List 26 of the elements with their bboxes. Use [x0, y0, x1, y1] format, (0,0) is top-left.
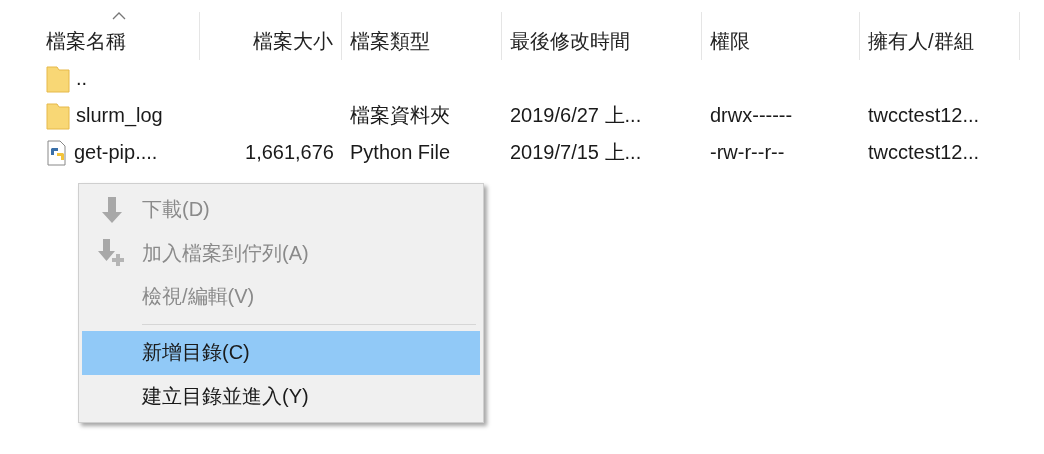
file-name: ..	[76, 67, 88, 90]
down-arrow-icon	[101, 195, 123, 224]
column-header[interactable]: 擁有人/群組	[860, 12, 1020, 60]
table-cell-text: 檔案資料夾	[350, 103, 450, 128]
menu-item[interactable]: 新增目錄(C)	[82, 331, 480, 375]
python-file-icon	[46, 139, 68, 166]
file-name: get-pip....	[74, 141, 158, 164]
table-cell: 1,661,676	[245, 141, 334, 164]
column-header[interactable]: 檔案大小	[200, 12, 342, 60]
column-header[interactable]: 檔案名稱	[38, 12, 200, 60]
column-header[interactable]: 權限	[702, 12, 860, 60]
menu-item[interactable]: 建立目錄並進入(Y)	[82, 374, 480, 418]
column-header[interactable]: 最後修改時間	[502, 12, 702, 60]
sort-caret-icon	[112, 12, 126, 20]
folder-icon	[46, 101, 70, 130]
file-name: slurm_log	[76, 104, 163, 127]
table-cell: drwx------	[710, 104, 793, 127]
folder-icon	[46, 64, 70, 93]
table-cell: twcctest12...	[868, 141, 980, 164]
down-arrow-plus-icon	[98, 238, 126, 269]
table-cell-text: 2019/6/27 上...	[510, 103, 642, 128]
table-cell: -rw-r--r--	[710, 141, 785, 164]
table-cell-text: 2019/7/15 上...	[510, 140, 642, 165]
table-cell: Python File	[350, 141, 451, 164]
table-cell: twcctest12...	[868, 104, 980, 127]
column-header[interactable]: 檔案類型	[342, 12, 502, 60]
